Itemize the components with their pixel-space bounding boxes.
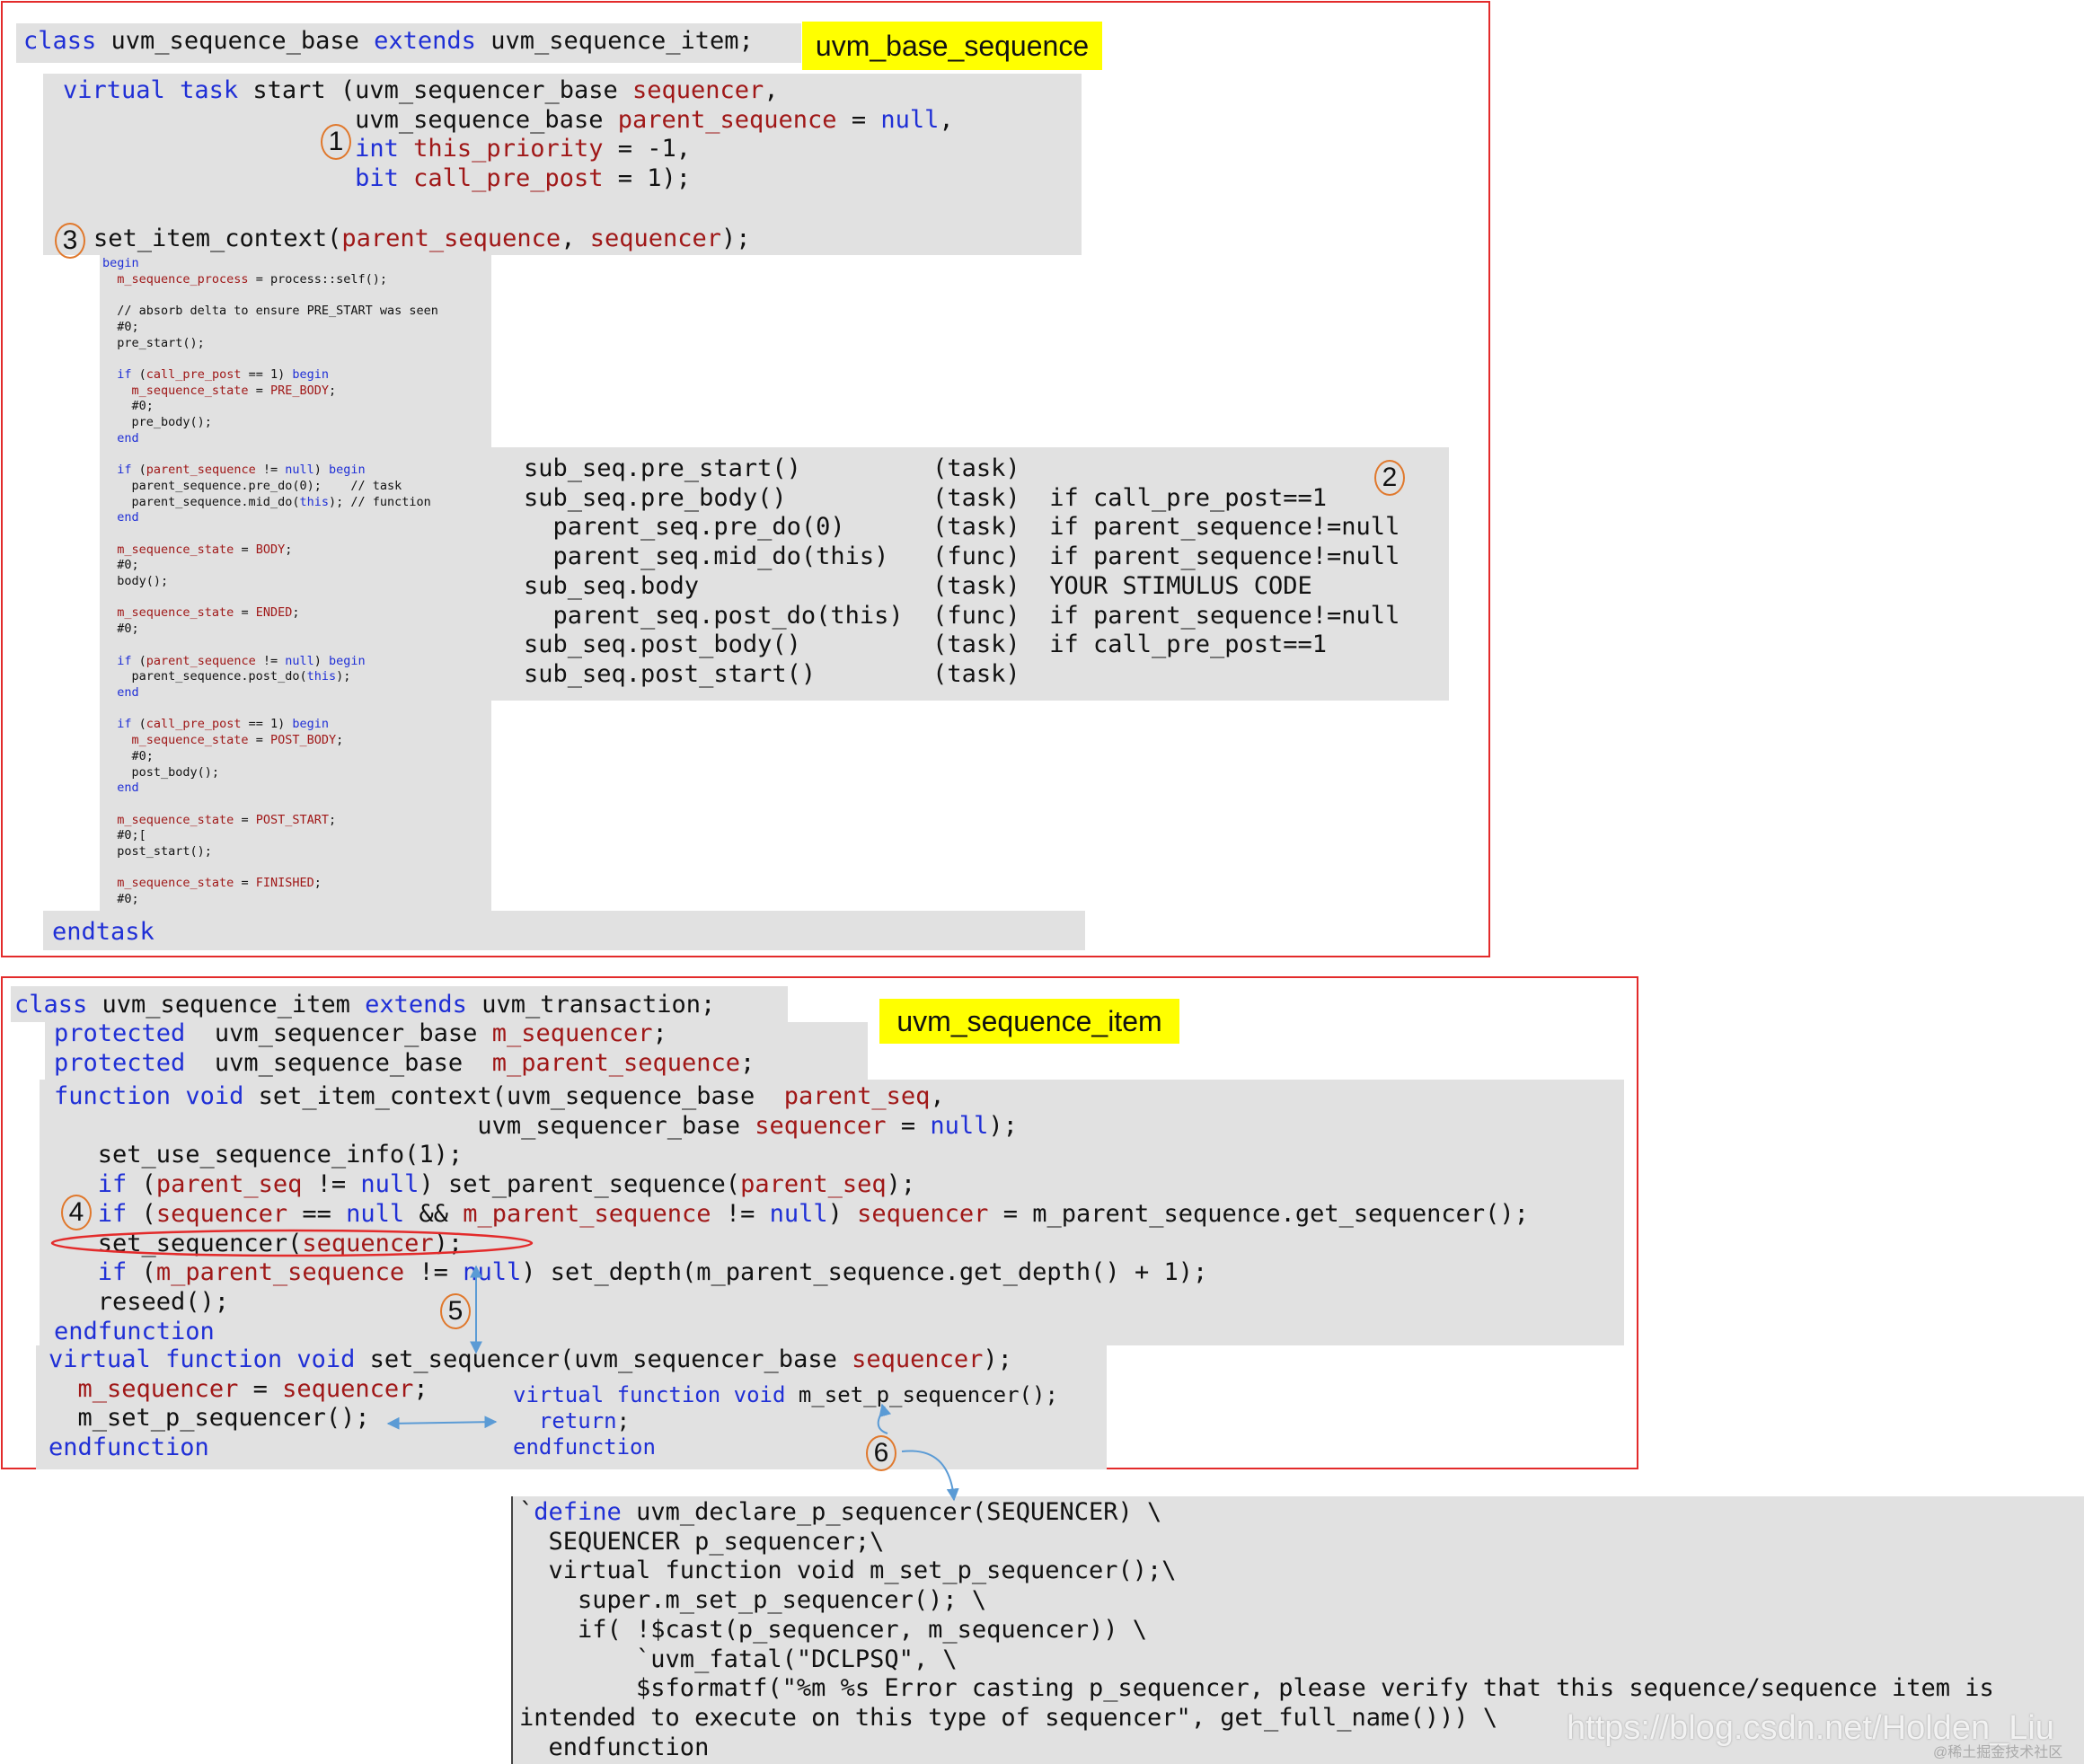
annotation-overlay bbox=[50, 1229, 959, 1502]
watermark-small: @稀土掘金技术社区 bbox=[1933, 1745, 2063, 1760]
arrow-marker-6-down-head bbox=[946, 1487, 959, 1502]
arrow-m-set-call bbox=[386, 1416, 498, 1430]
arrow-marker-6 bbox=[877, 1406, 955, 1499]
set-sequencer-highlight-ellipse bbox=[50, 1229, 534, 1257]
